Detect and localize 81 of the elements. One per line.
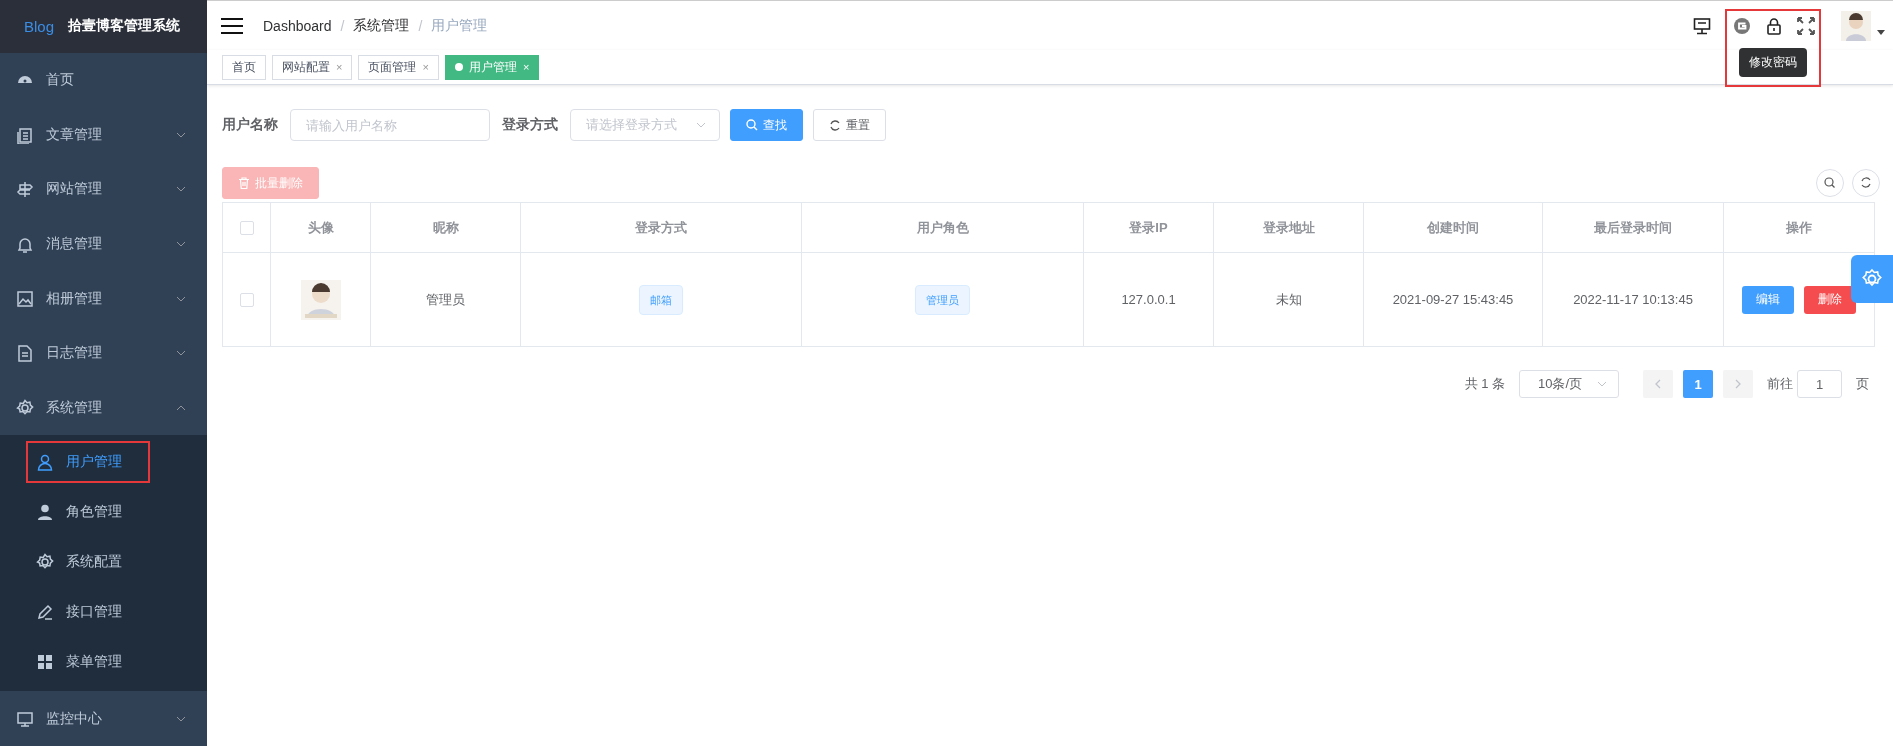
file-icon bbox=[16, 344, 34, 363]
circle-g-icon bbox=[1733, 16, 1751, 35]
column-header: 用户角色 bbox=[916, 219, 969, 235]
refresh-icon[interactable] bbox=[1852, 169, 1880, 197]
pencil-icon bbox=[36, 603, 54, 622]
refresh-icon bbox=[829, 119, 841, 131]
tooltip: 修改密码 bbox=[1739, 47, 1807, 77]
input-field[interactable]: 请输入用户名称 bbox=[290, 109, 490, 141]
checkbox[interactable] bbox=[239, 221, 254, 236]
user-icon bbox=[36, 453, 54, 472]
column-header: 登录IP bbox=[1129, 219, 1168, 235]
next-page-icon bbox=[1723, 370, 1753, 398]
logo-text: Blog bbox=[24, 17, 55, 35]
sidebar-item[interactable]: 日志管理 bbox=[0, 326, 207, 381]
sidebar-subitem[interactable]: 角色管理 bbox=[0, 487, 207, 538]
reset-button[interactable]: 重置 bbox=[813, 109, 886, 141]
page-suffix: 页 bbox=[1856, 375, 1869, 393]
sidebar-item[interactable]: 监控中心 bbox=[0, 691, 207, 746]
trash-icon bbox=[238, 177, 250, 189]
column-header: 昵称 bbox=[432, 219, 459, 235]
sidebar-item[interactable]: 相册管理 bbox=[0, 271, 207, 326]
avatar-icon bbox=[300, 279, 341, 320]
tab[interactable]: 网站配置 × bbox=[272, 54, 353, 80]
goto-label: 前往 bbox=[1767, 375, 1793, 393]
grid-icon bbox=[36, 653, 54, 672]
monitor-icon bbox=[1693, 16, 1711, 35]
sidebar-item[interactable]: 系统管理 bbox=[0, 380, 207, 436]
gear-icon bbox=[16, 398, 34, 417]
lock-icon bbox=[1765, 16, 1783, 35]
page-size-select[interactable]: 10条/页 bbox=[1519, 370, 1619, 398]
page-input[interactable]: 1 bbox=[1797, 370, 1842, 398]
breadcrumb-item: 用户管理 bbox=[431, 16, 488, 35]
bell-icon bbox=[16, 235, 34, 253]
gauge-icon bbox=[16, 76, 34, 85]
delete-button[interactable]: 删除 bbox=[1804, 285, 1856, 314]
tag: 管理员 bbox=[915, 284, 970, 315]
settings-button[interactable] bbox=[1851, 255, 1893, 303]
table-cell: 2021-09-27 15:43:45 bbox=[1392, 292, 1514, 307]
document-icon bbox=[16, 125, 34, 144]
image-icon bbox=[16, 289, 34, 308]
monitor-icon bbox=[16, 709, 34, 728]
column-header: 最后登录时间 bbox=[1594, 219, 1672, 235]
caret-down-icon bbox=[1877, 30, 1885, 35]
dot-icon bbox=[454, 63, 463, 71]
breadcrumb-item[interactable]: 系统管理 bbox=[353, 16, 410, 35]
sidebar-item[interactable]: 消息管理 bbox=[0, 216, 207, 272]
column-header: 登录地址 bbox=[1262, 219, 1315, 235]
tag: 邮箱 bbox=[639, 284, 683, 315]
checkbox[interactable] bbox=[239, 293, 254, 308]
column-header: 创建时间 bbox=[1427, 219, 1479, 235]
tab[interactable]: 页面管理 × bbox=[358, 54, 439, 80]
breadcrumb-separator: / bbox=[418, 17, 423, 34]
column-header: 登录方式 bbox=[635, 219, 687, 235]
table-cell: 未知 bbox=[1275, 291, 1302, 307]
sidebar-item[interactable]: 网站管理 bbox=[0, 162, 207, 217]
tab[interactable]: 首页 bbox=[222, 54, 266, 80]
previous-page-icon bbox=[1643, 370, 1673, 398]
table-cell: 127.0.0.1 bbox=[1121, 292, 1176, 307]
sidebar-subitem[interactable]: 系统配置 bbox=[0, 537, 207, 588]
breadcrumb-separator: / bbox=[340, 17, 345, 34]
search-icon[interactable] bbox=[1816, 169, 1844, 197]
total-count: 共 1 条 bbox=[1464, 375, 1505, 393]
menu-icon bbox=[221, 17, 243, 34]
breadcrumb-item[interactable]: Dashboard bbox=[263, 17, 332, 34]
sidebar-subitem[interactable]: 用户管理 bbox=[0, 437, 207, 488]
sidebar-subitem[interactable]: 菜单管理 bbox=[0, 637, 207, 688]
sidebar-item[interactable]: 首页 bbox=[0, 52, 207, 108]
column-header: 头像 bbox=[307, 219, 334, 235]
table-cell: 2022-11-17 10:13:45 bbox=[1573, 292, 1693, 307]
search-icon bbox=[746, 119, 758, 131]
sidebar-subitem[interactable]: 接口管理 bbox=[0, 587, 207, 638]
table-cell: 管理员 bbox=[426, 291, 465, 307]
field-label: 用户名称 bbox=[222, 116, 278, 134]
avatar-icon bbox=[1841, 10, 1871, 41]
sidebar-item[interactable]: 文章管理 bbox=[0, 107, 207, 162]
signpost-icon bbox=[16, 180, 34, 199]
app-title: 拾壹博客管理系统 bbox=[68, 17, 181, 36]
fullscreen-icon bbox=[1797, 16, 1815, 35]
field-label: 登录方式 bbox=[502, 116, 558, 134]
column-header: 操作 bbox=[1786, 219, 1812, 235]
person-icon bbox=[36, 503, 54, 522]
